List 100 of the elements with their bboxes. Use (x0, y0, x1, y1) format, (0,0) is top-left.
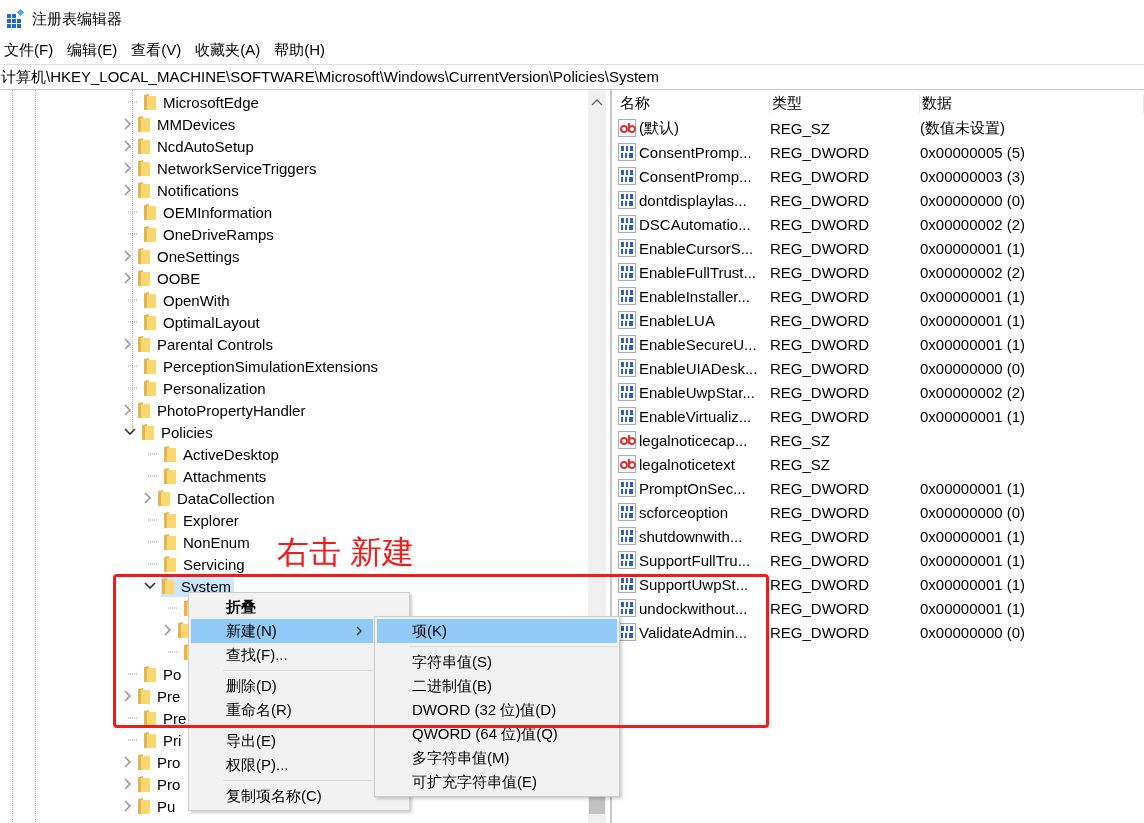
value-name[interactable]: shutdownwith... (639, 527, 743, 545)
tree-node[interactable]: NonEnum (163, 531, 253, 553)
value-name[interactable]: SupportUwpSt... (639, 575, 749, 593)
tree-node[interactable]: Personalization (143, 377, 269, 399)
value-type: REG_DWORD (770, 503, 871, 521)
tree-node[interactable]: Parental Controls (137, 333, 276, 355)
menu-item[interactable]: 收藏夹(A) (195, 41, 261, 60)
tree-node[interactable]: Pro (137, 773, 184, 795)
menu-item[interactable]: 文件(F) (4, 41, 54, 60)
value-data: 0x00000000 (0) (920, 623, 1027, 641)
value-data: 0x00000001 (1) (920, 335, 1027, 353)
submenu-item[interactable]: 可扩充字符串值(E) (377, 770, 617, 794)
tree-node[interactable]: OneDriveRamps (143, 223, 277, 245)
value-data: 0x00000000 (0) (920, 359, 1027, 377)
context-menu-item[interactable]: 删除(D) (191, 674, 373, 698)
tree-node[interactable]: Po (143, 663, 185, 685)
tree-node[interactable]: Servicing (163, 553, 248, 575)
address-field[interactable]: 计算机\HKEY_LOCAL_MACHINE\SOFTWARE\Microsoft\Windows\CurrentVersion\Policies\System (0, 67, 659, 87)
value-name[interactable]: EnableInstaller... (639, 287, 750, 305)
context-menu-item[interactable]: 折叠 (191, 595, 373, 619)
tree-node[interactable]: NetworkServiceTriggers (137, 157, 320, 179)
value-type: REG_SZ (770, 431, 831, 449)
value-name[interactable]: legalnoticecap... (639, 431, 748, 449)
submenu-item[interactable]: 字符串值(S) (377, 650, 617, 674)
column-header[interactable]: 名称 (618, 93, 770, 113)
value-name[interactable]: dontdisplaylas... (639, 191, 747, 209)
tree-node[interactable]: OneSettings (137, 245, 243, 267)
tree-node[interactable]: PhotoPropertyHandler (137, 399, 309, 421)
value-name[interactable]: ValidateAdmin... (639, 623, 748, 641)
column-header[interactable]: 数据 (920, 93, 1144, 113)
tree-node[interactable]: OpenWith (143, 289, 233, 311)
value-data: (数值未设置) (920, 118, 1006, 138)
value-name[interactable]: DSCAutomatio... (639, 215, 751, 233)
tree-node[interactable]: Attachments (163, 465, 270, 487)
value-type: REG_DWORD (770, 287, 871, 305)
value-data: 0x00000001 (1) (920, 287, 1027, 305)
tree-node[interactable]: OOBE (137, 267, 204, 289)
context-menu-item[interactable]: 复制项名称(C) (191, 784, 373, 808)
value-name[interactable]: legalnoticetext (639, 455, 735, 473)
tree-node[interactable]: OEMInformation (143, 201, 276, 223)
value-name[interactable]: EnableFullTrust... (639, 263, 756, 281)
tree-node[interactable]: Pri (143, 729, 185, 751)
menu-item[interactable]: 编辑(E) (67, 41, 118, 60)
value-name[interactable]: (默认) (639, 118, 679, 138)
tree-node[interactable]: ActiveDesktop (163, 443, 282, 465)
value-name[interactable]: ConsentPromp... (639, 167, 752, 185)
value-type: REG_DWORD (770, 599, 871, 617)
value-name[interactable]: EnableSecureU... (639, 335, 757, 353)
tree-node[interactable]: OptimalLayout (143, 311, 263, 333)
value-type: REG_SZ (770, 119, 831, 137)
value-name[interactable]: EnableVirtualiz... (639, 407, 752, 425)
value-name[interactable]: undockwithout... (639, 599, 748, 617)
tree-node[interactable]: Pre (137, 685, 184, 707)
value-type: REG_DWORD (770, 335, 871, 353)
context-menu-item[interactable]: 查找(F)... (191, 643, 373, 667)
value-type: REG_DWORD (770, 527, 871, 545)
value-type: REG_DWORD (770, 215, 871, 233)
submenu-item[interactable]: 项(K) (377, 619, 617, 643)
submenu-item[interactable]: DWORD (32 位)值(D) (377, 698, 617, 722)
tree-node[interactable]: Pro (137, 751, 184, 773)
context-menu-item[interactable]: 重命名(R) (191, 698, 373, 722)
tree-node[interactable]: NcdAutoSetup (137, 135, 257, 157)
tree-node[interactable]: DataCollection (157, 487, 278, 509)
value-data: 0x00000001 (1) (920, 239, 1027, 257)
value-type: REG_DWORD (770, 239, 871, 257)
context-menu-item[interactable]: 新建(N) (191, 619, 373, 643)
value-name[interactable]: EnableUwpStar... (639, 383, 755, 401)
submenu-item[interactable]: 二进制值(B) (377, 674, 617, 698)
tree-node[interactable]: Policies (141, 421, 216, 443)
value-data: 0x00000002 (2) (920, 263, 1027, 281)
value-type: REG_SZ (770, 455, 831, 473)
submenu-item[interactable]: 多字符串值(M) (377, 746, 617, 770)
value-data: 0x00000001 (1) (920, 575, 1027, 593)
annotation-text: 右击 新建 (277, 533, 414, 572)
tree-node[interactable]: MMDevices (137, 113, 239, 135)
tree-node[interactable]: Pu (137, 795, 179, 817)
tree-node[interactable]: Notifications (137, 179, 242, 201)
value-data: 0x00000001 (1) (920, 599, 1027, 617)
tree-node[interactable]: PerceptionSimulationExtensions (143, 355, 382, 377)
value-name[interactable]: EnableCursorS... (639, 239, 754, 257)
value-name[interactable]: EnableLUA (639, 311, 715, 329)
value-name[interactable]: SupportFullTru... (639, 551, 751, 569)
value-name[interactable]: ConsentPromp... (639, 143, 752, 161)
value-name[interactable]: EnableUIADesk... (639, 359, 758, 377)
context-menu-item[interactable]: 导出(E) (191, 729, 373, 753)
value-data: 0x00000001 (1) (920, 407, 1027, 425)
menu-item[interactable]: 查看(V) (131, 41, 182, 60)
tree-node[interactable]: MicrosoftEdge (143, 91, 262, 113)
value-name[interactable]: PromptOnSec... (639, 479, 746, 497)
value-name[interactable]: scforceoption (639, 503, 729, 521)
window-title: 注册表编辑器 (32, 9, 122, 29)
value-type: REG_DWORD (770, 167, 871, 185)
menu-item[interactable]: 帮助(H) (274, 41, 325, 60)
context-menu-item[interactable]: 权限(P)... (191, 753, 373, 777)
tree-node[interactable]: Pre (143, 707, 190, 729)
value-type: REG_DWORD (770, 311, 871, 329)
column-header[interactable]: 类型 (770, 93, 920, 113)
tree-node[interactable]: Explorer (163, 509, 242, 531)
value-type: REG_DWORD (770, 143, 871, 161)
value-data: 0x00000003 (3) (920, 167, 1027, 185)
